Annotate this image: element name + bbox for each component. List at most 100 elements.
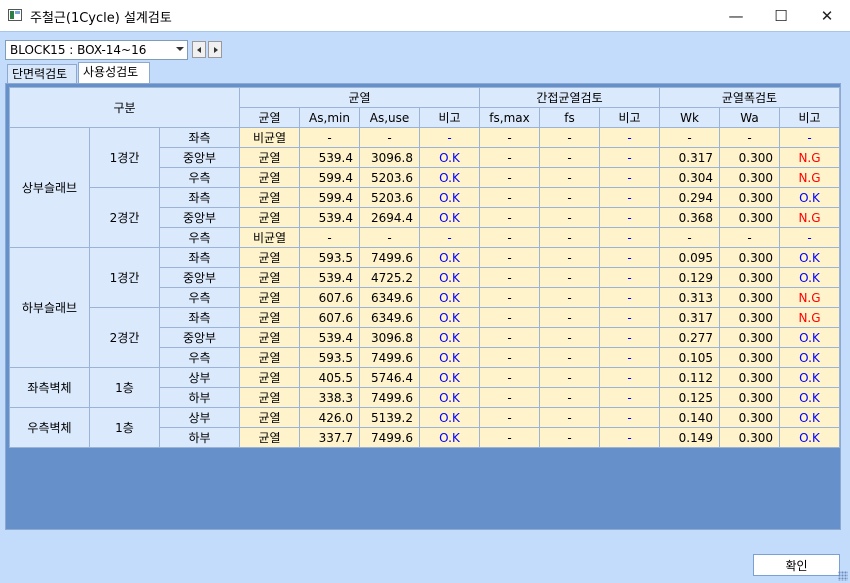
subheader-3: 비고 [419,107,480,128]
minimize-button[interactable]: — [713,0,759,31]
as-min-cell: 539.4 [299,147,360,168]
as-min-cell: 599.4 [299,187,360,208]
fs-max-cell: - [479,147,540,168]
fs-cell: - [539,127,600,148]
fs-max-cell: - [479,347,540,368]
fs-max-cell: - [479,187,540,208]
wk-cell: 0.105 [659,347,720,368]
fs-max-cell: - [479,327,540,348]
crack-state-cell: 균열 [239,347,300,368]
table-row[interactable]: 2경간 좌측 균열 599.4 5203.6 O.K - - -0.294 0.300 O.K [10,187,840,248]
wa-cell: 0.300 [719,327,780,348]
crack-state-cell: 균열 [239,367,300,388]
wk-cell: 0.294 [659,187,720,208]
as-min-cell: 593.5 [299,247,360,268]
indirect-remark-cell: - [599,347,660,368]
chevron-down-icon[interactable] [176,47,184,51]
prev-block-button[interactable] [192,41,206,58]
location-cell: 좌측 [159,307,240,328]
wa-cell: 0.300 [719,307,780,328]
app-icon [8,9,22,21]
crack-state-cell: 균열 [239,247,300,268]
subheader-1: As,min [299,107,360,128]
table-row[interactable]: 2경간 좌측 균열 607.6 6349.6 O.K - - -0.317 0.300 N.G [10,307,840,368]
block-select[interactable]: BLOCK15 : BOX-14~16 [5,40,188,60]
header-division: 구분 [9,87,240,128]
as-use-cell: - [359,127,420,148]
crack-remark-cell: O.K [419,367,480,388]
close-button[interactable]: ✕ [804,0,850,31]
header-indirect-crack: 간접균열검토 [479,87,660,108]
indirect-remark-cell: - [599,427,660,448]
location-cell: 하부 [159,427,240,448]
as-min-cell: - [299,127,360,148]
as-use-cell: 3096.8 [359,327,420,348]
fs-cell: - [539,367,600,388]
as-min-cell: 539.4 [299,207,360,228]
crack-state-cell: 비균열 [239,127,300,148]
width-remark-cell: O.K [779,327,840,348]
wa-cell: 0.300 [719,407,780,428]
as-use-cell: 5203.6 [359,187,420,208]
location-cell: 우측 [159,227,240,248]
fs-max-cell: - [479,367,540,388]
table-row[interactable]: 좌측벽체 1층 상부 균열 405.5 5746.4 O.K - - -0.112 0.300 O.K [9,367,840,408]
crack-state-cell: 균열 [239,287,300,308]
crack-remark-cell: O.K [419,247,480,268]
as-min-cell: 607.6 [299,307,360,328]
as-min-cell: 539.4 [299,267,360,288]
table-header: 구분 균열 간접균열검토 균열폭검토 균열 As,min As,use 비고 fs,ma… [9,87,840,128]
crack-state-cell: 균열 [239,147,300,168]
fs-cell: - [539,207,600,228]
crack-state-cell: 비균열 [239,227,300,248]
fs-cell: - [539,267,600,288]
indirect-remark-cell: - [599,227,660,248]
crack-remark-cell: - [419,227,480,248]
indirect-remark-cell: - [599,247,660,268]
header-crack: 균열 [239,87,480,108]
fs-cell: - [539,187,600,208]
next-block-button[interactable] [208,41,222,58]
indirect-remark-cell: - [599,367,660,388]
span-name: 1층 [89,407,160,448]
location-cell: 중앙부 [159,207,240,228]
table-row[interactable]: 하부슬래브 1경간 좌측 균열 593.5 7499.6 O.K - - -0.095 0.300 O… [9,247,840,368]
indirect-remark-cell: - [599,127,660,148]
location-cell: 중앙부 [159,147,240,168]
width-remark-cell: N.G [779,307,840,328]
crack-state-cell: 균열 [239,207,300,228]
fs-max-cell: - [479,387,540,408]
location-cell: 좌측 [159,127,240,148]
fs-max-cell: - [479,267,540,288]
crack-remark-cell: O.K [419,307,480,328]
fs-cell: - [539,307,600,328]
indirect-remark-cell: - [599,407,660,428]
as-use-cell: 4725.2 [359,267,420,288]
fs-cell: - [539,167,600,188]
width-remark-cell: O.K [779,247,840,268]
crack-remark-cell: O.K [419,167,480,188]
fs-max-cell: - [479,207,540,228]
as-use-cell: 6349.6 [359,307,420,328]
as-min-cell: 607.6 [299,287,360,308]
confirm-button[interactable]: 확인 [753,554,840,576]
resize-grip[interactable] [838,571,848,581]
wa-cell: 0.300 [719,287,780,308]
table-row[interactable]: 우측벽체 1층 상부 균열 426.0 5139.2 O.K - - -0.140 0.300 O.K [9,407,840,448]
indirect-remark-cell: - [599,267,660,288]
subheader-0: 균열 [239,107,300,128]
crack-remark-cell: - [419,127,480,148]
wa-cell: 0.300 [719,167,780,188]
tab-serviceability[interactable]: 사용성검토 [78,62,150,84]
maximize-button[interactable]: ☐ [758,0,804,31]
subheader-5: fs [539,107,600,128]
tab-section-force[interactable]: 단면력검토 [7,64,77,84]
subheader-6: 비고 [599,107,660,128]
fs-cell: - [539,407,600,428]
wk-cell: 0.277 [659,327,720,348]
fs-cell: - [539,147,600,168]
member-name: 우측벽체 [9,407,90,448]
fs-cell: - [539,387,600,408]
table-row[interactable]: 상부슬래브 1경간 좌측 비균열 - - - - - - - - - [9,127,840,248]
wk-cell: 0.313 [659,287,720,308]
